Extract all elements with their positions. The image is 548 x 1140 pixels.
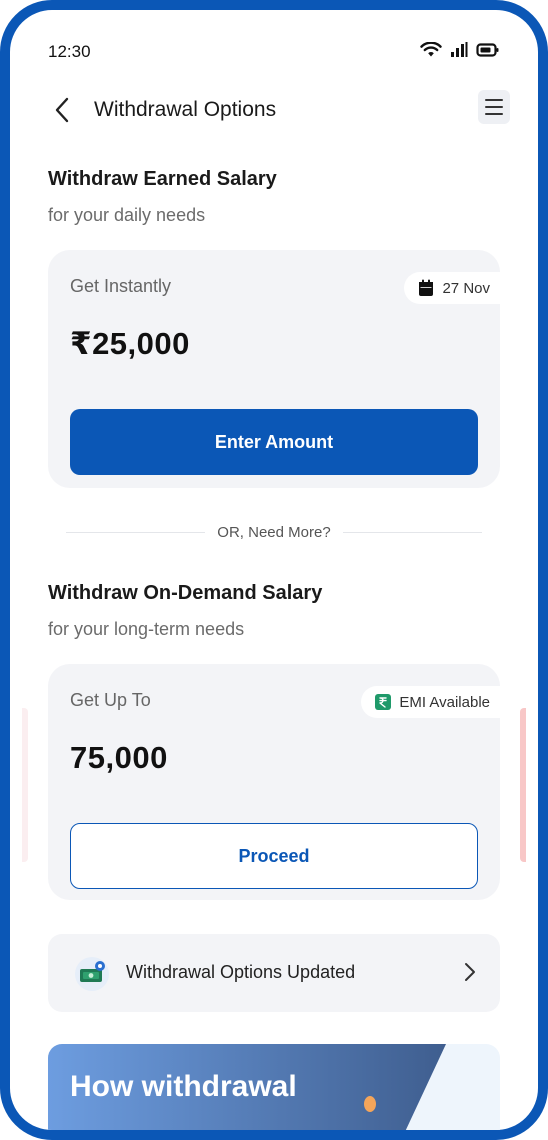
instant-amount: ₹25,000 — [70, 326, 190, 361]
emi-badge: EMI Available — [361, 686, 500, 718]
chevron-right-icon — [465, 963, 475, 981]
date-badge-text: 27 Nov — [442, 279, 490, 297]
earned-section-title: Withdraw Earned Salary — [48, 168, 277, 190]
date-badge: 27 Nov — [404, 272, 500, 304]
earned-salary-card: Get Instantly 27 Nov ₹25,000 Enter Amoun… — [48, 250, 500, 488]
proceed-button[interactable]: Proceed — [70, 823, 478, 889]
ondemand-amount: 75,000 — [70, 740, 168, 775]
signal-icon — [451, 42, 468, 57]
ondemand-section-subtitle: for your long-term needs — [48, 619, 245, 639]
calendar-icon — [419, 279, 434, 296]
menu-button[interactable] — [478, 90, 510, 124]
banner-title: How withdrawal — [70, 1070, 297, 1103]
divider-text-wrap: OR, Need More? — [66, 524, 482, 541]
phone-frame: 12:30 Withdrawal Options Withdraw Earned… — [0, 0, 548, 1140]
status-bar: 12:30 — [48, 40, 500, 64]
back-button[interactable] — [52, 96, 76, 124]
earned-section-subtitle: for your daily needs — [48, 205, 206, 225]
menu-icon-line — [485, 106, 503, 108]
carousel-peek-left — [22, 708, 28, 862]
menu-icon-line — [485, 113, 503, 115]
ondemand-salary-card: Get Up To EMI Available 75,000 Proceed — [48, 664, 500, 900]
card-label-upto: Get Up To — [70, 690, 151, 710]
carousel-peek-right — [520, 708, 526, 862]
withdrawal-options-updated-item[interactable]: Withdrawal Options Updated — [48, 934, 500, 1012]
chevron-left-icon — [55, 97, 69, 123]
money-notification-icon — [75, 957, 109, 991]
wifi-icon — [420, 42, 442, 57]
emi-badge-text: EMI Available — [399, 693, 490, 711]
menu-icon — [485, 99, 503, 101]
battery-icon — [476, 43, 499, 57]
page-title: Withdrawal Options — [94, 98, 277, 121]
ondemand-section-title: Withdraw On-Demand Salary — [48, 582, 323, 604]
screen: 12:30 Withdrawal Options Withdraw Earned… — [10, 10, 538, 1130]
enter-amount-button[interactable]: Enter Amount — [70, 409, 478, 475]
how-withdrawal-banner[interactable]: How withdrawal — [48, 1044, 500, 1130]
status-time: 12:30 — [48, 42, 91, 61]
rupee-icon — [375, 694, 392, 710]
status-icons — [420, 42, 500, 58]
notice-text: Withdrawal Options Updated — [126, 962, 356, 982]
divider-text: OR, Need More? — [205, 524, 343, 541]
card-label-instant: Get Instantly — [70, 276, 172, 296]
app-header: Withdrawal Options — [48, 90, 510, 130]
or-divider: OR, Need More? — [66, 522, 482, 544]
